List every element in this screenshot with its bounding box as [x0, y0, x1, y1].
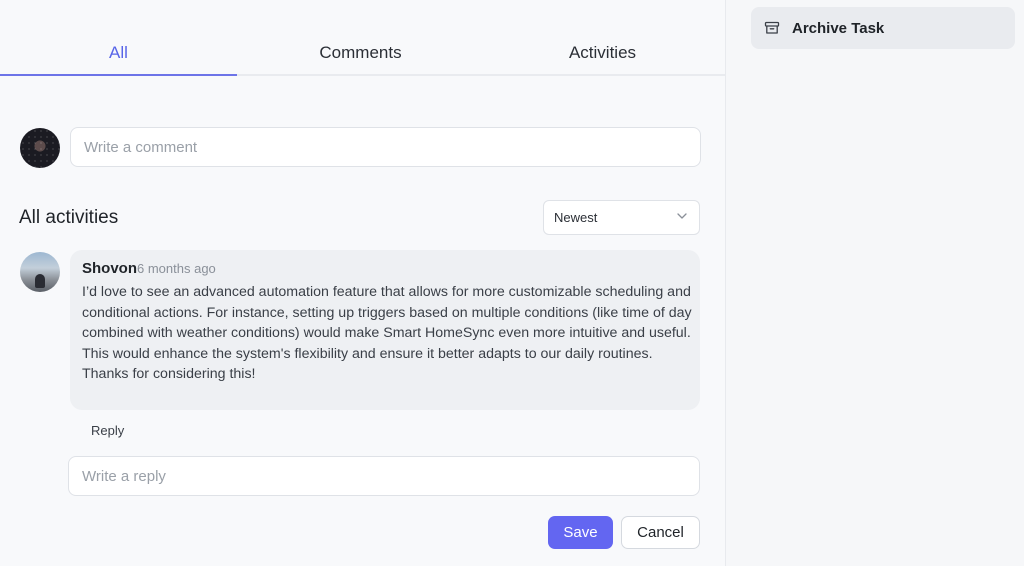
- activity-panel: All Comments Activities All activities N…: [0, 0, 725, 566]
- tab-activities-label: Activities: [568, 43, 637, 62]
- tab-activities[interactable]: Activities: [484, 30, 721, 76]
- comment-input[interactable]: [70, 127, 701, 167]
- archive-task-label: Archive Task: [792, 19, 885, 37]
- reply-button[interactable]: Reply: [91, 423, 124, 438]
- comment-timestamp: 6 months ago: [137, 261, 216, 276]
- archive-task-button[interactable]: Archive Task: [751, 7, 1015, 49]
- tab-all[interactable]: All: [0, 30, 237, 76]
- tab-comments-label: Comments: [319, 43, 402, 62]
- tab-all-label: All: [109, 43, 128, 62]
- archive-icon: [764, 21, 780, 34]
- comment-author-avatar: [20, 252, 60, 292]
- sort-selected-value: Newest: [554, 210, 598, 225]
- sort-dropdown[interactable]: Newest: [543, 200, 700, 235]
- tab-bar: All Comments Activities: [0, 30, 725, 76]
- cancel-button[interactable]: Cancel: [621, 516, 700, 549]
- activities-heading: All activities: [19, 207, 119, 228]
- save-button[interactable]: Save: [548, 516, 613, 549]
- tab-comments[interactable]: Comments: [242, 30, 479, 76]
- task-sidebar: [725, 0, 1024, 566]
- current-user-avatar: [20, 128, 60, 168]
- comment-author: Shovon: [82, 260, 137, 277]
- chevron-down-icon: [677, 213, 687, 219]
- reply-input[interactable]: [68, 456, 700, 496]
- comment-body: I’d love to see an advanced automation f…: [82, 284, 692, 382]
